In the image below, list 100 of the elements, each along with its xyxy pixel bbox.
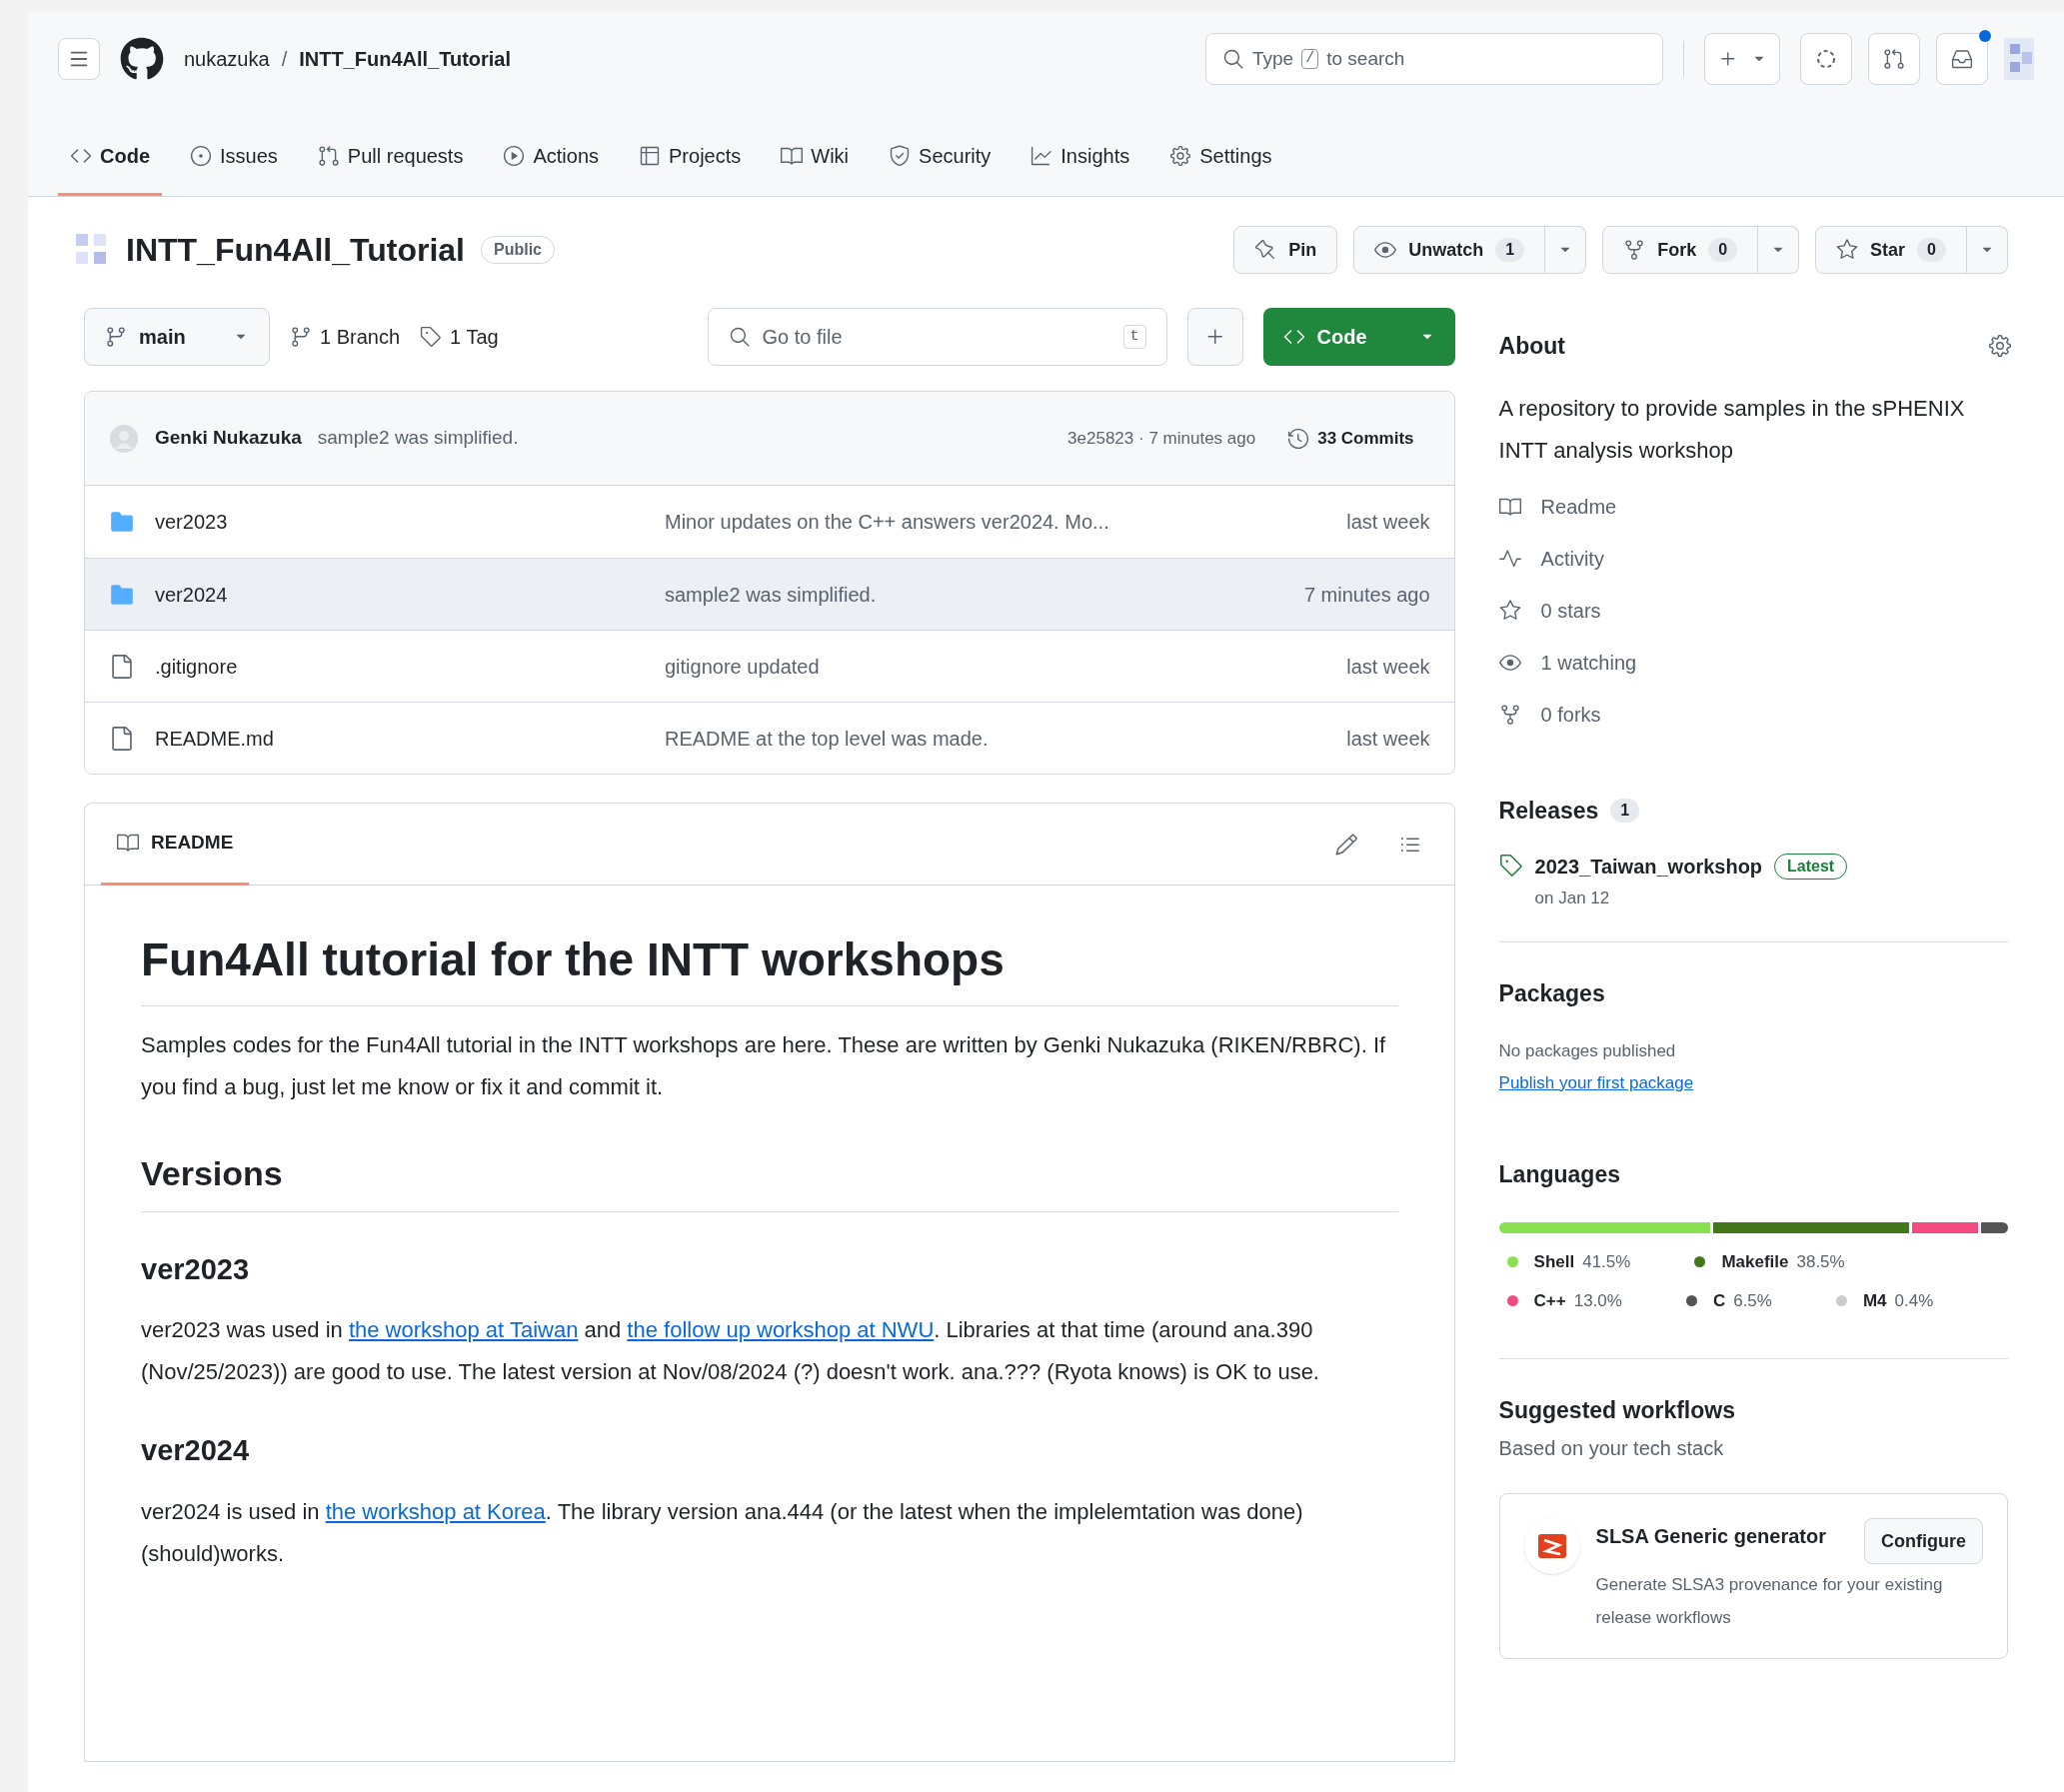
slsa-logo-icon <box>1523 1518 1580 1574</box>
author-avatar-icon <box>109 423 139 454</box>
about-link[interactable]: 0 forks <box>1498 699 2008 730</box>
code-button[interactable]: Code <box>1262 308 1455 366</box>
about-link[interactable]: 0 stars <box>1498 595 2008 626</box>
graph-icon <box>1031 145 1053 167</box>
github-logo-icon[interactable] <box>120 37 164 81</box>
eye-icon <box>1374 239 1397 261</box>
count-badge: 0 <box>1917 238 1946 262</box>
readme-subheading: ver2023 <box>141 1251 251 1287</box>
repo-link[interactable]: INTT_Fun4All_Tutorial <box>299 44 512 74</box>
workshop-link[interactable]: the workshop at Korea <box>325 1498 546 1524</box>
workflow-description: Generate SLSA3 provenance for your existing release workflows <box>1595 1574 1944 1629</box>
readme-paragraph: ver2023 was used in the workshop at Taiwan and the follow up workshop at NWU. Libraries at that time (around ana.390 (Nov/25/2023)) are good to use. The latest version at Nov/08/2024 (?) doesn't work. ana.??? (Ryota knows) is OK to use. <box>141 1316 1320 1386</box>
file-commit-message[interactable]: README at the top level was made. <box>665 723 1347 754</box>
file-time: 7 minutes ago <box>1303 582 1430 608</box>
language-percent: 38.5% <box>1796 1250 1845 1273</box>
issue-icon <box>190 145 212 167</box>
language-name[interactable]: Shell <box>1533 1248 1575 1274</box>
file-commit-message[interactable]: gitignore updated <box>665 651 1347 682</box>
nav-tab[interactable]: Insights <box>1019 133 1142 196</box>
menu-button[interactable] <box>58 38 100 80</box>
workshop-link[interactable]: the follow up workshop at NWU <box>627 1317 935 1342</box>
pulse-icon <box>1498 547 1521 570</box>
repo-action-button[interactable]: Fork 0 <box>1602 226 1759 274</box>
release-name[interactable]: 2023_Taiwan_workshop <box>1534 852 1763 882</box>
about-link[interactable]: Readme <box>1498 491 2008 522</box>
repo-action-button[interactable]: Unwatch 1 <box>1353 226 1546 274</box>
keyboard-key: / <box>1301 48 1319 70</box>
language-percent: 13.0% <box>1573 1290 1622 1312</box>
packages-note: No packages published <box>1498 1040 1677 1062</box>
commits-link[interactable]: 33 Commits <box>1287 425 1414 452</box>
settings-icon[interactable] <box>1988 334 2012 359</box>
nav-tab[interactable]: Settings <box>1157 133 1284 196</box>
publish-package-link[interactable]: Publish your first package <box>1498 1069 1694 1095</box>
commit-message[interactable]: sample2 was simplified. <box>317 424 519 453</box>
about-link[interactable]: 1 watching <box>1498 647 2008 678</box>
count-badge: 1 <box>1495 238 1525 262</box>
commit-meta[interactable]: 3e25823 · 7 minutes ago <box>1067 425 1256 452</box>
readme-title: Fun4All tutorial for the INTT workshops <box>141 931 1398 1006</box>
pull-requests-button[interactable] <box>1868 33 1920 85</box>
path-separator: / <box>281 47 288 72</box>
search-placeholder: to search <box>1326 46 1405 71</box>
branch-selector[interactable]: main <box>84 308 270 366</box>
play-icon <box>503 145 526 167</box>
keyboard-key: t <box>1122 324 1146 350</box>
file-commit-message[interactable]: sample2 was simplified. <box>665 579 1304 610</box>
search-icon <box>1222 48 1244 70</box>
workflow-name[interactable]: SLSA Generic generator <box>1595 1518 1852 1554</box>
inbox-icon <box>1951 48 1973 70</box>
packages-heading[interactable]: Packages <box>1498 975 2008 1010</box>
settings-icon <box>1169 145 1192 167</box>
about-description: A repository to provide samples in the sPHENIX INTT analysis workshop <box>1498 394 1966 465</box>
file-row[interactable]: ver2024 sample2 was simplified. 7 minutes ago <box>85 558 1454 630</box>
nav-tab[interactable]: Issues <box>178 133 290 196</box>
repo-action-button[interactable]: Star 0 <box>1815 226 1967 274</box>
readme-subheading: ver2024 <box>141 1433 251 1468</box>
language-percent: 6.5% <box>1733 1290 1772 1312</box>
branches-link[interactable]: 1 Branch <box>290 322 401 352</box>
star-icon <box>1836 239 1859 261</box>
file-name[interactable]: .gitignore <box>155 651 665 682</box>
readme-tab[interactable]: README <box>101 803 250 886</box>
commit-author[interactable]: Genki Nukazuka <box>155 424 302 453</box>
pull-request-icon <box>1883 48 1905 70</box>
repo-action-button[interactable]: Pin <box>1233 226 1338 274</box>
tags-link[interactable]: 1 Tag <box>420 322 499 352</box>
nav-tab[interactable]: Actions <box>491 133 612 196</box>
owner-link[interactable]: nukazuka <box>184 44 270 74</box>
language-percent: 0.4% <box>1894 1290 1934 1312</box>
about-link[interactable]: Activity <box>1498 543 2008 574</box>
file-row[interactable]: README.md README at the top level was made. last week <box>85 702 1454 774</box>
workflows-subtitle: Based on your tech stack <box>1498 1436 1725 1461</box>
language-name[interactable]: C <box>1712 1288 1726 1314</box>
release-date: on Jan 12 <box>1534 888 1611 909</box>
releases-heading[interactable]: Releases <box>1498 793 1599 828</box>
nav-tab[interactable]: Pull requests <box>305 133 476 196</box>
file-name[interactable]: README.md <box>155 723 665 754</box>
languages-heading: Languages <box>1498 1160 1621 1189</box>
fork-icon <box>1623 239 1646 261</box>
about-heading: About <box>1498 332 1565 361</box>
language-percent: 41.5% <box>1582 1250 1631 1273</box>
nav-tab[interactable]: Security <box>877 133 1004 196</box>
nav-tab[interactable]: Code <box>58 133 162 196</box>
repo-title: INTT_Fun4All_Tutorial <box>126 231 465 270</box>
go-to-file-field[interactable]: Go to file t <box>707 308 1167 366</box>
file-commit-message[interactable]: Minor updates on the C++ answers ver2024. Mo... <box>665 507 1347 537</box>
configure-button[interactable]: Configure <box>1864 1518 1983 1564</box>
nav-tab[interactable]: Wiki <box>769 133 862 196</box>
search-field[interactable]: Type / to search <box>1205 33 1663 85</box>
language-name[interactable]: Makefile <box>1721 1248 1789 1274</box>
language-name[interactable]: M4 <box>1862 1288 1887 1314</box>
workshop-link[interactable]: the workshop at Taiwan <box>348 1317 579 1342</box>
language-name[interactable]: C++ <box>1533 1288 1566 1314</box>
file-name[interactable]: ver2024 <box>155 579 665 610</box>
file-time: last week <box>1346 510 1430 535</box>
dashed-circle-icon <box>1815 48 1837 70</box>
file-name[interactable]: ver2023 <box>155 507 665 537</box>
inbox-button[interactable] <box>1936 33 1988 85</box>
edit-icon[interactable] <box>1333 832 1358 857</box>
nav-tab[interactable]: Projects <box>627 133 754 196</box>
